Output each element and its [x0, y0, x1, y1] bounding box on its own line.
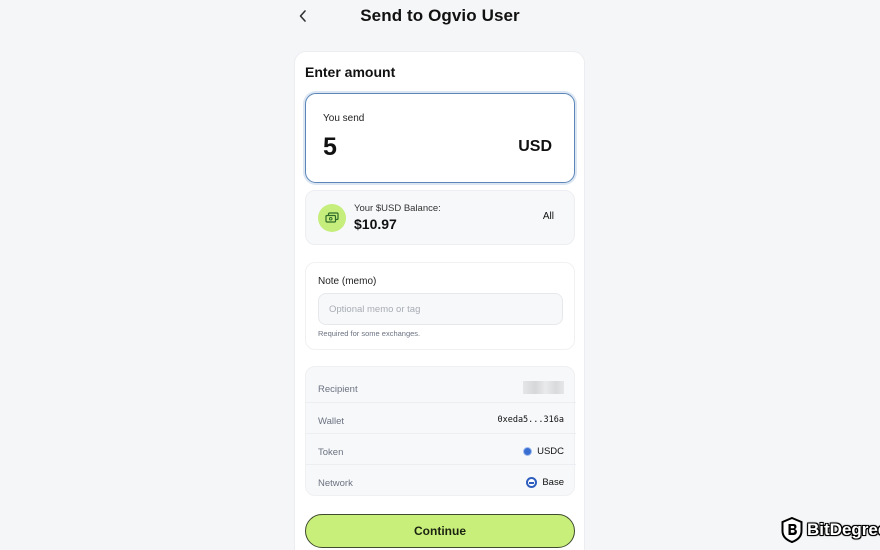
use-all-button[interactable]: All: [543, 211, 554, 222]
balance-label: Your $USD Balance:: [354, 203, 441, 214]
token-row: Token USDC: [306, 433, 576, 464]
wallet-address: 0xeda5...316a: [497, 415, 564, 425]
wallet-icon: [318, 204, 346, 232]
network-name: Base: [542, 477, 564, 488]
network-label: Network: [318, 478, 353, 489]
recipient-label: Recipient: [318, 384, 358, 395]
network-value: Base: [526, 477, 564, 488]
bitdegree-watermark: BitDegree: [781, 517, 880, 543]
amount-input[interactable]: You send 5 USD: [305, 93, 575, 183]
continue-button[interactable]: Continue: [305, 514, 575, 548]
usdc-icon: [523, 447, 533, 456]
network-row: Network Base: [306, 464, 576, 495]
base-network-icon: [526, 477, 538, 488]
token-label: Token: [318, 447, 344, 458]
wallet-label: Wallet: [318, 416, 345, 427]
token-name: USDC: [537, 446, 564, 457]
watermark-text: BitDegree: [807, 520, 880, 539]
memo-label: Note (memo): [318, 276, 377, 287]
memo-input[interactable]: [318, 293, 563, 325]
recipient-value: [523, 381, 564, 396]
you-send-label: You send: [323, 113, 365, 124]
wallet-row: Wallet 0xeda5...316a: [306, 402, 576, 433]
bitdegree-logo-icon: [781, 517, 803, 543]
section-heading: Enter amount: [305, 64, 396, 80]
currency-label: USD: [518, 138, 552, 155]
amount-value[interactable]: 5: [323, 133, 337, 162]
redacted-recipient: [523, 381, 564, 394]
recipient-row: Recipient: [306, 371, 576, 402]
balance-value: $10.97: [354, 216, 397, 232]
memo-section: Note (memo) Required for some exchanges.: [305, 262, 575, 350]
page-title: Send to Ogvio User: [360, 6, 520, 25]
token-value: USDC: [523, 446, 564, 457]
memo-hint: Required for some exchanges.: [318, 329, 421, 338]
balance-panel: Your $USD Balance: $10.97 All: [305, 190, 575, 245]
transfer-details: Recipient Wallet 0xeda5...316a Token USD…: [305, 366, 576, 496]
